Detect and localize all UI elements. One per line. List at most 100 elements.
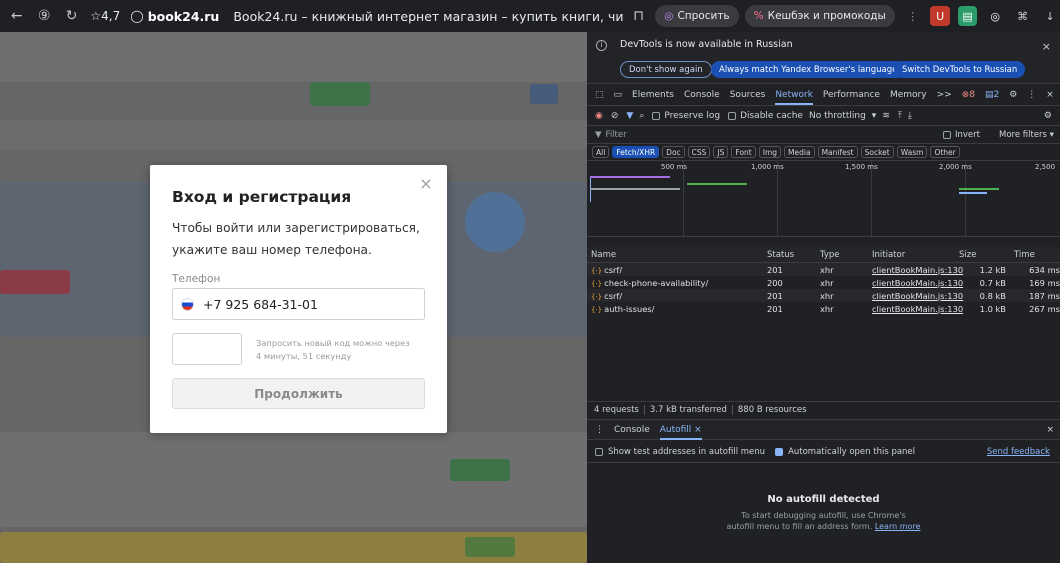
dont-show-again-button[interactable]: Don't show again (620, 61, 712, 78)
continue-button[interactable]: Продолжить (172, 378, 425, 409)
back-arrow-icon[interactable]: ← (6, 5, 27, 27)
upload-icon[interactable]: ⤒ (898, 111, 902, 121)
more-filters-button[interactable]: More filters ▾ (999, 130, 1054, 140)
switch-russian-button[interactable]: Switch DevTools to Russian (894, 61, 1026, 78)
table-header: Name Status Type Initiator Size Time (587, 247, 1060, 263)
type-socket[interactable]: Socket (860, 146, 894, 158)
type-css[interactable]: CSS (687, 146, 711, 158)
dropdown-icon[interactable]: ▾ (872, 111, 877, 121)
disable-cache-checkbox[interactable] (728, 111, 737, 120)
request-initiator[interactable]: clientBookMain.js:130 (868, 291, 963, 301)
devtools-panel: i DevTools is now available in Russian ×… (587, 32, 1060, 563)
network-overview[interactable]: 500 ms 1,000 ms 1,500 ms 2,000 ms 2,500 (587, 161, 1060, 237)
type-fetch-xhr[interactable]: Fetch/XHR (612, 146, 660, 158)
close-devtools-icon[interactable]: × (1046, 90, 1054, 100)
tab-elements[interactable]: Elements (632, 90, 674, 100)
warning-count[interactable]: ▤2 (985, 90, 999, 100)
yandex-icon[interactable]: ⑨ (33, 5, 54, 27)
page-title[interactable]: Book24.ru – книжный интернет магазин – к… (233, 9, 623, 24)
table-row[interactable]: {·} csrf/ 201 xhr clientBookMain.js:130 1… (587, 263, 1060, 276)
extension-icon-1[interactable]: U (930, 6, 950, 26)
drawer-tab-autofill[interactable]: Autofill × (659, 425, 702, 440)
ask-button[interactable]: ◎ Спросить (655, 5, 739, 27)
close-icon[interactable]: × (419, 176, 433, 192)
tab-console[interactable]: Console (684, 90, 720, 100)
reload-icon[interactable]: ↻ (61, 5, 82, 27)
table-row[interactable]: {·} csrf/ 201 xhr clientBookMain.js:130 0… (587, 289, 1060, 302)
extension-icon-3[interactable]: ◎ (985, 6, 1005, 26)
close-icon[interactable]: × (1042, 40, 1051, 53)
cashback-button[interactable]: % Кешбэк и промокоды (744, 5, 895, 27)
auto-open-checkbox[interactable] (775, 447, 784, 456)
percent-icon: % (753, 10, 764, 22)
preserve-log-checkbox[interactable] (652, 111, 661, 120)
invert-checkbox[interactable] (943, 130, 951, 139)
empty-line-2: autofill menu to fill an address form. (726, 522, 873, 531)
phone-field[interactable]: +7 925 684-31-01 (172, 288, 425, 320)
table-row[interactable]: {·} check-phone-availability/ 200 xhr cli… (587, 276, 1060, 289)
drawer-tab-console[interactable]: Console (614, 425, 650, 435)
col-name[interactable]: Name (587, 250, 763, 260)
wifi-icon[interactable]: ≋ (882, 111, 890, 121)
download-icon[interactable]: ⤓ (908, 111, 912, 121)
search-icon[interactable]: ⌕ (639, 111, 644, 121)
col-initiator[interactable]: Initiator (868, 250, 955, 260)
type-other[interactable]: Other (930, 146, 960, 158)
throttling-select[interactable]: No throttling (809, 111, 866, 121)
device-toggle-icon[interactable]: ▭ (614, 90, 623, 100)
type-font[interactable]: Font (731, 146, 756, 158)
tab-sources[interactable]: Sources (730, 90, 766, 100)
table-row[interactable]: {·} auth-issues/ 201 xhr clientBookMain.j… (587, 302, 1060, 315)
extension-icon-2[interactable]: ▤ (957, 6, 978, 26)
russia-flag-icon[interactable] (181, 297, 194, 311)
bookmark-icon[interactable]: ⊓ (628, 5, 649, 27)
tab-performance[interactable]: Performance (823, 90, 880, 100)
type-all[interactable]: All (592, 146, 610, 158)
type-img[interactable]: Img (758, 146, 782, 158)
send-feedback-link[interactable]: Send feedback (987, 447, 1050, 457)
tab-memory[interactable]: Memory (890, 90, 927, 100)
type-wasm[interactable]: Wasm (896, 146, 928, 158)
error-count[interactable]: ⊗8 (962, 90, 975, 100)
close-drawer-icon[interactable]: × (1046, 425, 1054, 435)
shield-icon[interactable]: ◯ (130, 9, 143, 23)
download-icon[interactable]: ↓ (1040, 6, 1060, 26)
phone-value[interactable]: +7 925 684-31-01 (203, 297, 318, 312)
devtools-language-infobar: i DevTools is now available in Russian ×… (587, 32, 1060, 84)
col-status[interactable]: Status (763, 250, 816, 260)
settings-icon[interactable]: ⚙ (1009, 90, 1017, 100)
inspect-icon[interactable]: ⬚ (595, 90, 604, 100)
empty-line-1: To start debugging autofill, use Chrome'… (741, 511, 906, 520)
drawer-menu-icon[interactable]: ⋮ (595, 425, 604, 435)
type-manifest[interactable]: Manifest (817, 146, 858, 158)
col-type[interactable]: Type (816, 250, 868, 260)
filter-icon[interactable]: ▼ (626, 111, 633, 121)
grid-line (777, 161, 778, 236)
divider (643, 405, 645, 415)
request-initiator[interactable]: clientBookMain.js:130 (868, 278, 963, 288)
request-type: xhr (820, 290, 834, 301)
type-js[interactable]: JS (713, 146, 729, 158)
learn-more-link[interactable]: Learn more (875, 522, 921, 531)
clear-icon[interactable]: ⊘ (611, 111, 619, 121)
more-tabs-icon[interactable]: >> (937, 90, 952, 100)
url-host[interactable]: book24.ru (148, 9, 220, 24)
more-menu-icon[interactable]: ⋮ (903, 6, 923, 26)
col-time[interactable]: Time (1010, 250, 1060, 260)
match-language-button[interactable]: Always match Yandex Browser's language (711, 61, 906, 78)
site-rating[interactable]: ☆4,7 (90, 9, 120, 23)
disable-cache-label: Disable cache (740, 110, 803, 121)
request-initiator[interactable]: clientBookMain.js:130 (868, 304, 963, 314)
extension-icon-4[interactable]: ⌘ (1013, 6, 1033, 26)
type-doc[interactable]: Doc (662, 146, 685, 158)
col-size[interactable]: Size (955, 250, 1010, 260)
network-settings-icon[interactable]: ⚙ (1044, 111, 1052, 121)
filter-input[interactable]: Filter (606, 130, 627, 140)
request-initiator[interactable]: clientBookMain.js:130 (868, 265, 963, 275)
record-icon[interactable]: ◉ (595, 111, 603, 121)
type-media[interactable]: Media (784, 146, 815, 158)
sms-code-input[interactable] (172, 333, 242, 365)
tab-network[interactable]: Network (775, 90, 813, 105)
show-test-addresses-checkbox[interactable] (595, 447, 603, 456)
kebab-menu-icon[interactable]: ⋮ (1027, 90, 1036, 100)
